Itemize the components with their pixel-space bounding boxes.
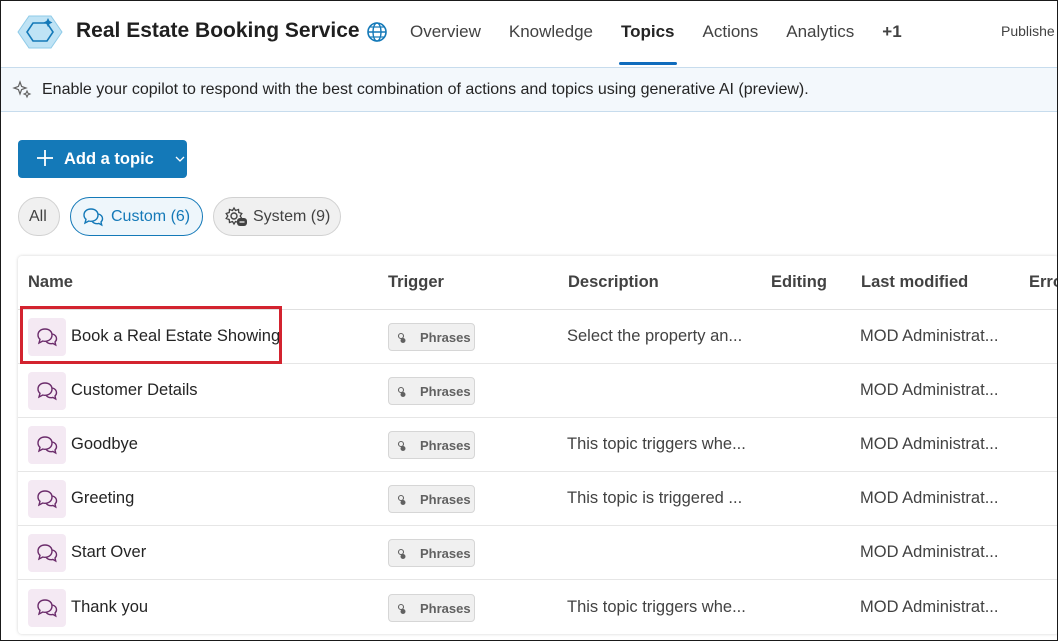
column-header-errors[interactable]: Erro xyxy=(1029,273,1057,292)
topic-description: This topic triggers whe... xyxy=(567,598,746,616)
phrases-icon xyxy=(397,494,406,505)
tab-analytics[interactable]: Analytics xyxy=(772,1,868,65)
topic-icon xyxy=(28,372,66,410)
table-row[interactable]: Greeting Phrases This topic is triggered… xyxy=(18,472,1057,526)
table-row[interactable]: Goodbye Phrases This topic triggers whe.… xyxy=(18,418,1057,472)
topic-icon xyxy=(28,480,66,518)
table-row[interactable]: Thank you Phrases This topic triggers wh… xyxy=(18,581,1057,635)
generative-ai-banner: Enable your copilot to respond with the … xyxy=(1,67,1057,112)
tab-more[interactable]: +1 xyxy=(868,1,915,65)
chat-bubbles-icon xyxy=(37,436,58,455)
topic-name-link[interactable]: Customer Details xyxy=(71,381,198,400)
tab-knowledge[interactable]: Knowledge xyxy=(495,1,607,65)
topic-name-link[interactable]: Thank you xyxy=(71,598,148,617)
filter-system-label: System (9) xyxy=(253,208,331,225)
add-topic-button[interactable]: Add a topic xyxy=(18,140,187,178)
phrases-icon xyxy=(397,332,406,343)
topic-icon xyxy=(28,426,66,464)
add-topic-label: Add a topic xyxy=(64,150,154,168)
filter-custom[interactable]: Custom (6) xyxy=(70,197,203,236)
topic-last-modified: MOD Administrat... xyxy=(860,435,999,453)
topic-icon xyxy=(28,534,66,572)
sparkle-icon xyxy=(12,80,32,99)
trigger-label: Phrases xyxy=(420,546,471,561)
tab-topics[interactable]: Topics xyxy=(607,1,689,65)
trigger-badge: Phrases xyxy=(388,539,475,567)
trigger-badge: Phrases xyxy=(388,377,475,405)
trigger-badge: Phrases xyxy=(388,485,475,513)
chat-bubbles-icon xyxy=(37,382,58,401)
topic-last-modified: MOD Administrat... xyxy=(860,489,999,507)
banner-text: Enable your copilot to respond with the … xyxy=(42,81,809,98)
trigger-label: Phrases xyxy=(420,492,471,507)
topic-name-link[interactable]: Greeting xyxy=(71,489,134,508)
topic-description: This topic is triggered ... xyxy=(567,489,743,507)
topic-last-modified: MOD Administrat... xyxy=(860,381,999,399)
trigger-label: Phrases xyxy=(420,384,471,399)
app-title: Real Estate Booking Service xyxy=(76,19,360,42)
copilot-logo-icon xyxy=(17,15,63,49)
filter-all-label: All xyxy=(29,208,47,225)
topic-name-link[interactable]: Start Over xyxy=(71,543,146,562)
trigger-badge: Phrases xyxy=(388,323,475,351)
topic-last-modified: MOD Administrat... xyxy=(860,327,999,345)
trigger-badge: Phrases xyxy=(388,594,475,622)
column-header-editing[interactable]: Editing xyxy=(771,273,827,292)
chevron-down-icon xyxy=(175,156,185,162)
column-header-trigger[interactable]: Trigger xyxy=(388,273,444,292)
trigger-label: Phrases xyxy=(420,330,471,345)
phrases-icon xyxy=(397,548,406,559)
chat-bubbles-icon xyxy=(37,544,58,563)
filter-all[interactable]: All xyxy=(18,197,60,236)
column-header-last-modified[interactable]: Last modified xyxy=(861,273,968,292)
topic-last-modified: MOD Administrat... xyxy=(860,598,999,616)
topic-description: This topic triggers whe... xyxy=(567,435,746,453)
highlight-box xyxy=(20,306,282,364)
main-nav: Overview Knowledge Topics Actions Analyt… xyxy=(396,1,916,65)
chat-bubbles-icon xyxy=(83,208,104,227)
chat-bubbles-icon xyxy=(37,490,58,509)
table-row[interactable]: Start Over Phrases MOD Administrat... xyxy=(18,526,1057,580)
topic-icon xyxy=(28,589,66,627)
gear-chat-icon xyxy=(225,206,247,226)
tab-overview[interactable]: Overview xyxy=(396,1,495,65)
chat-bubbles-icon xyxy=(37,599,58,618)
phrases-icon xyxy=(397,603,406,614)
topic-name-link[interactable]: Goodbye xyxy=(71,435,138,454)
publish-status: Publishe xyxy=(1001,23,1055,39)
tab-actions[interactable]: Actions xyxy=(689,1,773,65)
filter-system[interactable]: System (9) xyxy=(213,197,341,236)
phrases-icon xyxy=(397,440,406,451)
table-row[interactable]: Customer Details Phrases MOD Administrat… xyxy=(18,364,1057,418)
phrases-icon xyxy=(397,386,406,397)
plus-icon xyxy=(37,150,53,166)
topic-last-modified: MOD Administrat... xyxy=(860,543,999,561)
trigger-badge: Phrases xyxy=(388,431,475,459)
filter-custom-label: Custom (6) xyxy=(111,208,191,225)
top-bar: Real Estate Booking Service Overview Kno… xyxy=(1,1,1057,65)
topic-description: Select the property an... xyxy=(567,327,743,345)
globe-icon[interactable] xyxy=(366,21,388,43)
trigger-label: Phrases xyxy=(420,438,471,453)
app-window: Real Estate Booking Service Overview Kno… xyxy=(0,0,1058,641)
column-header-description[interactable]: Description xyxy=(568,273,659,292)
trigger-label: Phrases xyxy=(420,601,471,616)
column-header-name[interactable]: Name xyxy=(28,273,73,292)
